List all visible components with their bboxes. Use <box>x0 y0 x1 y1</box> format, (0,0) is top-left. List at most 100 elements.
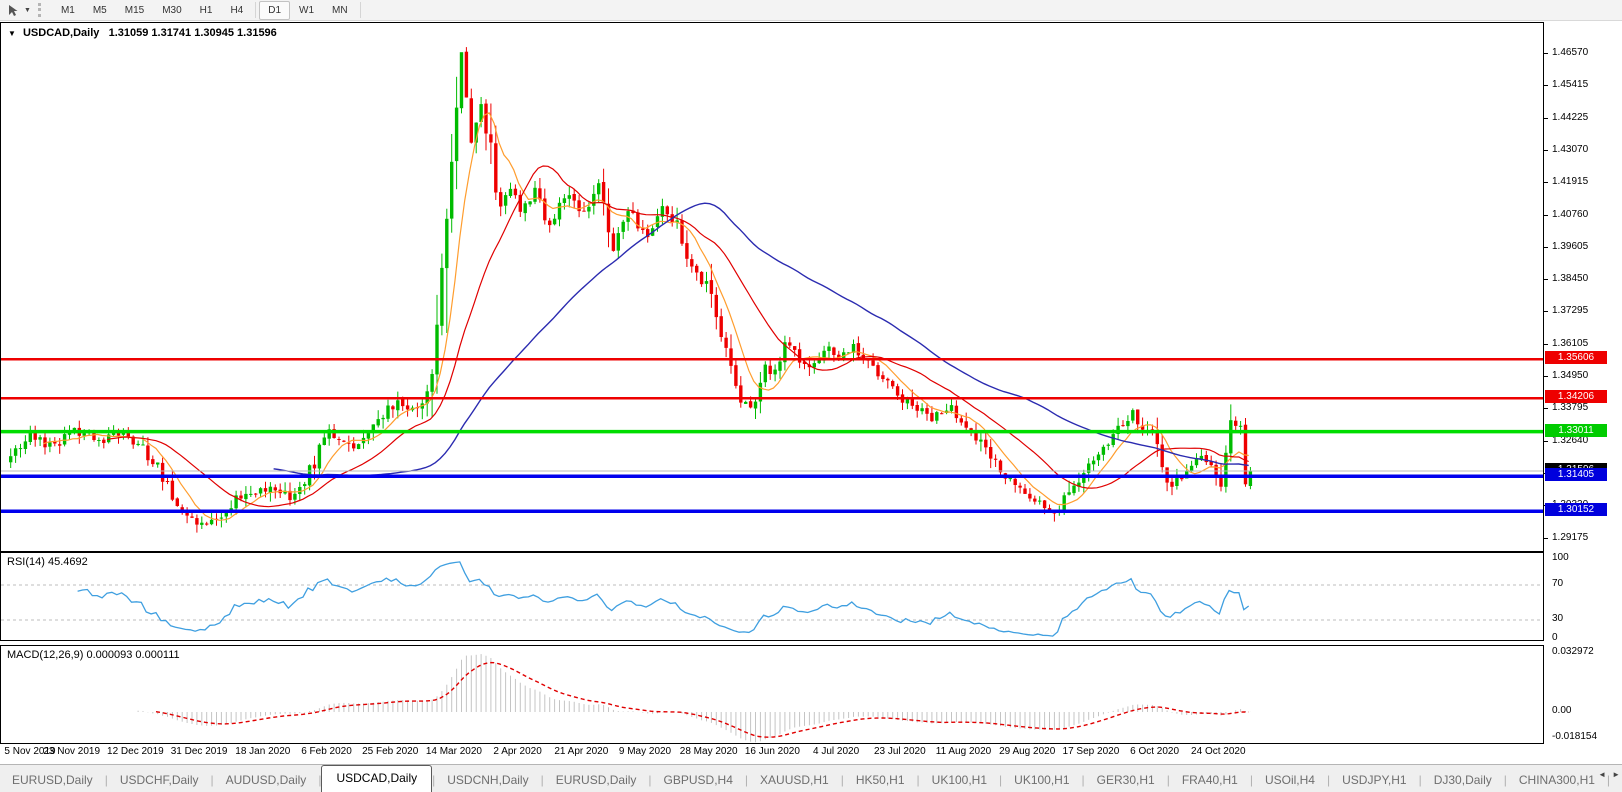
timeframe-button-m1[interactable]: M1 <box>52 1 84 20</box>
chart-header: ▼ USDCAD,Daily 1.31059 1.31741 1.30945 1… <box>8 27 277 39</box>
date-label: 6 Feb 2020 <box>301 746 352 757</box>
timeframes-toolbar: ▼ M1M5M15M30H1H4 D1W1MN <box>0 0 1622 21</box>
symbol-tab-usdcad-3[interactable]: USDCAD,Daily <box>321 765 432 792</box>
timeframe-button-w1[interactable]: W1 <box>290 1 323 20</box>
date-label: 6 Oct 2020 <box>1130 746 1179 757</box>
date-label: 29 Aug 2020 <box>999 746 1055 757</box>
date-axis[interactable]: 5 Nov 201923 Nov 201912 Dec 201931 Dec 2… <box>0 746 1544 762</box>
timeframe-button-m5[interactable]: M5 <box>84 1 116 20</box>
toolbar-separator <box>255 2 256 18</box>
main-chart-panel[interactable]: ▼ USDCAD,Daily 1.31059 1.31741 1.30945 1… <box>0 22 1544 552</box>
candlestick-chart[interactable] <box>1 23 1543 551</box>
date-label: 16 Jun 2020 <box>745 746 800 757</box>
rsi-tick-label: 0 <box>1552 632 1558 643</box>
price-tick-mark <box>1544 182 1548 183</box>
price-tick-mark <box>1544 247 1548 248</box>
price-tick-mark <box>1544 344 1548 345</box>
timeframe-button-d1[interactable]: D1 <box>259 1 290 20</box>
date-label: 24 Oct 2020 <box>1191 746 1245 757</box>
price-tick-label: 1.43070 <box>1552 144 1588 155</box>
date-label: 4 Jul 2020 <box>813 746 859 757</box>
rsi-tick-label: 30 <box>1552 613 1563 624</box>
date-label: 17 Sep 2020 <box>1063 746 1120 757</box>
symbol-tab-uk100-10[interactable]: UK100,H1 <box>1002 768 1081 792</box>
price-tick-mark <box>1544 441 1548 442</box>
macd-tick-label: 0.00 <box>1552 705 1571 716</box>
symbol-tab-uk100-9[interactable]: UK100,H1 <box>920 768 999 792</box>
macd-plot <box>1 646 1543 743</box>
macd-tick-label: -0.018154 <box>1552 731 1597 742</box>
rsi-tick-label: 70 <box>1552 578 1563 589</box>
macd-label: MACD(12,26,9) 0.000093 0.000111 <box>7 649 180 661</box>
price-tick-label: 1.41915 <box>1552 176 1588 187</box>
price-tick-mark <box>1544 215 1548 216</box>
price-badge: 1.34206 <box>1545 390 1607 403</box>
price-tick-mark <box>1544 53 1548 54</box>
date-label: 23 Nov 2019 <box>43 746 100 757</box>
date-label: 25 Feb 2020 <box>362 746 418 757</box>
price-tick-label: 1.36105 <box>1552 338 1588 349</box>
price-badge: 1.30152 <box>1545 503 1607 516</box>
date-label: 14 Mar 2020 <box>426 746 482 757</box>
symbol-tab-dj30-15[interactable]: DJ30,Daily <box>1422 768 1504 792</box>
symbol-tab-china300-16[interactable]: CHINA300,H1 <box>1507 768 1607 792</box>
price-tick-mark <box>1544 150 1548 151</box>
timeframe-button-mn[interactable]: MN <box>323 1 357 20</box>
tab-scroll-left-icon[interactable]: ◄ <box>1598 770 1606 779</box>
date-label: 12 Dec 2019 <box>107 746 164 757</box>
chart-collapse-icon[interactable]: ▼ <box>8 29 16 38</box>
timeframe-buttons-group: M1M5M15M30H1H4 D1W1MN <box>52 1 364 20</box>
timeframe-button-h1[interactable]: H1 <box>191 1 222 20</box>
price-tick-mark <box>1544 118 1548 119</box>
timeframe-button-m15[interactable]: M15 <box>116 1 153 20</box>
toolbar-grip-handle[interactable] <box>38 3 46 17</box>
toolbar-dropdown-caret-icon[interactable]: ▼ <box>24 7 31 14</box>
rsi-plot <box>1 553 1543 640</box>
price-tick-label: 1.40760 <box>1552 209 1588 220</box>
chart-title: USDCAD,Daily <box>23 27 99 39</box>
rsi-indicator-panel[interactable]: RSI(14) 45.4692 <box>0 552 1544 641</box>
mt4-application-window: ▼ M1M5M15M30H1H4 D1W1MN ▼ USDCAD,Daily 1.… <box>0 0 1622 792</box>
date-label: 28 May 2020 <box>680 746 738 757</box>
price-tick-label: 1.45415 <box>1552 79 1588 90</box>
toolbar-separator <box>360 2 361 18</box>
date-label: 18 Jan 2020 <box>235 746 290 757</box>
symbol-tab-fra40-12[interactable]: FRA40,H1 <box>1170 768 1250 792</box>
price-tick-label: 1.33795 <box>1552 402 1588 413</box>
price-tick-label: 1.38450 <box>1552 273 1588 284</box>
timeframe-button-h4[interactable]: H4 <box>221 1 252 20</box>
price-badge: 1.35606 <box>1545 351 1607 364</box>
symbol-tab-usoil-13[interactable]: USOil,H4 <box>1253 768 1327 792</box>
price-tick-mark <box>1544 279 1548 280</box>
symbol-tab-ger30-11[interactable]: GER30,H1 <box>1085 768 1167 792</box>
symbol-tab-gbpusd-6[interactable]: GBPUSD,H4 <box>652 768 745 792</box>
rsi-label: RSI(14) 45.4692 <box>7 556 88 568</box>
symbol-tab-eurusd-5[interactable]: EURUSD,Daily <box>544 768 649 792</box>
tab-scroll-right-icon[interactable]: ► <box>1612 770 1620 779</box>
rsi-tick-label: 100 <box>1552 552 1569 563</box>
symbol-tab-hk50-8[interactable]: HK50,H1 <box>844 768 917 792</box>
symbol-tab-usdchf-1[interactable]: USDCHF,Daily <box>108 768 211 792</box>
cursor-tool-icon[interactable] <box>2 2 24 18</box>
symbol-tab-bar: EURUSD,Daily|USDCHF,Daily|AUDUSD,Daily|U… <box>0 764 1622 792</box>
date-label: 21 Apr 2020 <box>554 746 608 757</box>
macd-tick-label: 0.032972 <box>1552 646 1594 657</box>
chart-ohlc-values: 1.31059 1.31741 1.30945 1.31596 <box>109 27 277 39</box>
macd-indicator-panel[interactable]: MACD(12,26,9) 0.000093 0.000111 <box>0 645 1544 744</box>
price-tick-mark <box>1544 85 1548 86</box>
price-tick-label: 1.39605 <box>1552 241 1588 252</box>
price-tick-mark <box>1544 538 1548 539</box>
price-badge: 1.31405 <box>1545 468 1607 481</box>
price-tick-label: 1.44225 <box>1552 112 1588 123</box>
symbol-tab-usdjpy-14[interactable]: USDJPY,H1 <box>1330 768 1418 792</box>
price-tick-mark <box>1544 311 1548 312</box>
symbol-tab-eurusd-0[interactable]: EURUSD,Daily <box>0 768 105 792</box>
price-axis[interactable]: 1.465701.454151.442251.430701.419151.407… <box>1544 22 1622 744</box>
symbol-tab-xauusd-7[interactable]: XAUUSD,H1 <box>748 768 841 792</box>
symbol-tab-audusd-2[interactable]: AUDUSD,Daily <box>214 768 319 792</box>
price-tick-label: 1.34950 <box>1552 370 1588 381</box>
symbol-tab-usdcnh-4[interactable]: USDCNH,Daily <box>435 768 540 792</box>
timeframe-button-m30[interactable]: M30 <box>153 1 190 20</box>
date-label: 11 Aug 2020 <box>936 746 991 757</box>
price-badge: 1.33011 <box>1545 424 1607 437</box>
